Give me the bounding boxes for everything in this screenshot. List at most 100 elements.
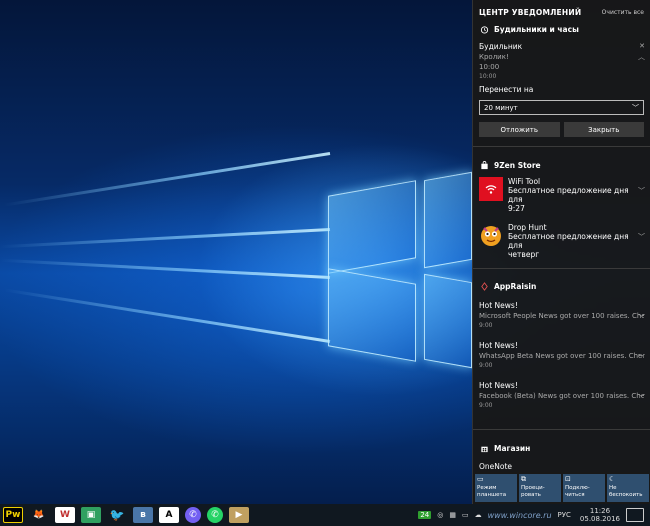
group-name: AppRaisin [494, 281, 537, 291]
quick-action-label: Проеци-ровать [521, 485, 545, 498]
notification-time: 9:00 [479, 322, 493, 329]
media-icon[interactable]: ▶ [229, 507, 249, 523]
alarm-timestamp: 10:00 [479, 73, 497, 80]
group-name: 9Zen Store [494, 160, 541, 170]
quick-action-quiet-hours[interactable]: ☾ Не беспокоить [607, 474, 649, 502]
chevron-down-icon[interactable]: ﹀ [638, 313, 645, 323]
divider [473, 429, 650, 430]
windows-logo-pane [424, 273, 472, 369]
light-beam [3, 152, 331, 207]
group-header-store-app[interactable]: Магазин [473, 439, 650, 457]
group-name: Будильники и часы [494, 24, 579, 34]
group-header-appraisin[interactable]: AppRaisin [473, 277, 650, 295]
alarm-notification[interactable]: ✕ ︿ Будильник Кролик! 10:00 10:00 Перене… [473, 38, 650, 98]
twitter-icon[interactable]: 🐦 [107, 507, 127, 523]
store-bag-icon [479, 160, 489, 170]
tray-badge[interactable]: 24 [418, 511, 432, 519]
windows-logo-pane [424, 171, 472, 269]
chevron-down-icon[interactable]: ﹀ [638, 232, 645, 242]
group-header-store[interactable]: 9Zen Store [473, 156, 650, 174]
notification-body: Бесплатное предложение дня для [508, 232, 629, 250]
shopping-bag-icon [479, 443, 489, 453]
vk-icon[interactable]: в [133, 507, 153, 523]
drop-hunt-icon [479, 223, 503, 247]
group-name: Магазин [494, 443, 531, 453]
appraisin-notification[interactable]: ﹀ Hot News! Microsoft People News got ov… [473, 299, 650, 333]
tray-app-icon[interactable]: ▦ [449, 511, 456, 519]
quick-action-label: Не беспокоить [609, 485, 643, 498]
notification-title: Hot News! [479, 301, 518, 310]
watermark: www.wincore.ru [487, 510, 552, 520]
windows-logo-pane [328, 268, 416, 362]
alarm-time: 10:00 [479, 63, 500, 71]
group-header-alarms[interactable]: Будильники и часы [473, 20, 650, 38]
project-icon: ⧉ [521, 475, 526, 483]
clock[interactable]: 11:26 05.08.2016 [580, 507, 620, 523]
quick-action-label: Режим планшета [477, 485, 507, 498]
notification-body: Бесплатное предложение дня для [508, 186, 629, 204]
notification-title: WiFi Tool [508, 177, 541, 186]
quick-action-tablet-mode[interactable]: ▭ Режим планшета [475, 474, 517, 502]
divider [473, 268, 650, 269]
alarm-clock-icon [479, 24, 489, 34]
notification-title: Hot News! [479, 341, 518, 350]
chevron-up-icon[interactable]: ︿ [638, 52, 645, 62]
moon-icon: ☾ [609, 475, 616, 483]
alarm-subtitle: Кролик! [479, 53, 509, 61]
system-tray: 24 ◎ ▦ ▭ ☁ www.wincore.ru РУС 11:26 05.0… [415, 504, 650, 526]
tray-app-icon[interactable]: ▭ [462, 511, 469, 519]
appraisin-notification[interactable]: ﹀ Hot News! WhatsApp Beta News got over … [473, 339, 650, 373]
store-notification[interactable]: WiFi Tool Бесплатное предложение дня для… [473, 174, 650, 216]
notification-body: Microsoft People News got over 100 raise… [479, 312, 644, 320]
snooze-value: 20 минут [484, 103, 518, 112]
chevron-down-icon[interactable]: ﹀ [638, 186, 645, 196]
snooze-label: Перенести на [479, 85, 534, 94]
pw-icon[interactable]: Pw [3, 507, 23, 523]
tray-app-icon[interactable]: ◎ [437, 511, 443, 519]
divider [473, 146, 650, 147]
snooze-dropdown[interactable]: 20 минут ﹀ [479, 100, 644, 115]
windows-logo-pane [328, 180, 416, 274]
chevron-down-icon[interactable]: ﹀ [638, 393, 645, 403]
notification-time: 9:00 [479, 402, 493, 409]
word-icon[interactable]: W [55, 507, 75, 523]
whatsapp-icon[interactable]: ✆ [207, 507, 223, 523]
wifi-tool-icon [479, 177, 503, 201]
notification-body: Facebook (Beta) News got over 100 raises… [479, 392, 644, 400]
notification-time: 9:27 [508, 204, 525, 213]
notification-time: 9:00 [479, 362, 493, 369]
app-icon[interactable]: ▣ [81, 507, 101, 523]
action-center-icon[interactable] [626, 508, 644, 522]
connect-icon: ⊡ [565, 475, 571, 483]
close-icon[interactable]: ✕ [639, 42, 645, 50]
cloud-icon[interactable]: ☁ [475, 511, 482, 519]
action-center-header: ЦЕНТР УВЕДОМЛЕНИЙ Очистить все [473, 0, 650, 20]
quick-action-project[interactable]: ⧉ Проеци-ровать [519, 474, 561, 502]
quick-actions-bar: ▭ Режим планшета ⧉ Проеци-ровать ⊡ Подкл… [473, 472, 650, 504]
alarm-title: Будильник [479, 42, 523, 51]
appraisin-icon [479, 281, 489, 291]
tray-language[interactable]: РУС [558, 511, 571, 519]
light-beam [0, 258, 331, 279]
clock-date: 05.08.2016 [579, 515, 620, 523]
taskbar: Pw 🦊 W ▣ 🐦 в A ✆ ✆ ▶ 24 ◎ ▦ ▭ ☁ www.winc… [0, 504, 650, 526]
snooze-button[interactable]: Отложить [479, 122, 560, 137]
notification-body: WhatsApp Beta News got over 100 raises. … [479, 352, 644, 360]
gimp-icon[interactable]: 🦊 [29, 507, 49, 523]
viber-icon[interactable]: ✆ [185, 507, 201, 523]
notification-title: OneNote [479, 462, 513, 471]
quick-action-label: Подклю-читься [565, 485, 590, 498]
light-beam [0, 228, 331, 249]
dismiss-button[interactable]: Закрыть [563, 122, 644, 137]
font-icon[interactable]: A [159, 507, 179, 523]
chevron-down-icon[interactable]: ﹀ [638, 353, 645, 363]
store-notification[interactable]: Drop Hunt Бесплатное предложение дня для… [473, 220, 650, 262]
action-center-panel: ЦЕНТР УВЕДОМЛЕНИЙ Очистить все Будильник… [472, 0, 650, 504]
quick-action-connect[interactable]: ⊡ Подклю-читься [563, 474, 605, 502]
notification-time: четверг [508, 250, 540, 259]
clear-all-link[interactable]: Очистить все [602, 9, 644, 16]
tablet-icon: ▭ [477, 475, 484, 483]
action-center-title: ЦЕНТР УВЕДОМЛЕНИЙ [479, 8, 582, 17]
appraisin-notification[interactable]: ﹀ Hot News! Facebook (Beta) News got ove… [473, 379, 650, 413]
clock-time: 11:26 [589, 507, 611, 515]
